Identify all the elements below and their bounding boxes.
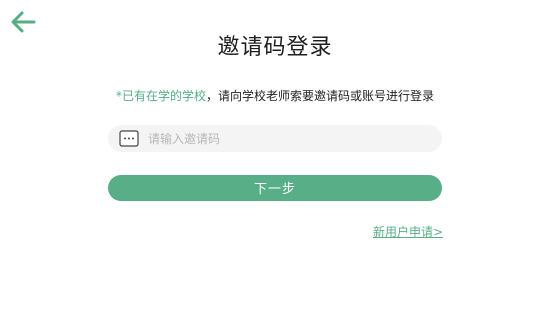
next-step-button[interactable]: 下一步	[108, 175, 442, 201]
invite-code-field[interactable]	[108, 125, 442, 152]
hint-highlight: *已有在学的学校	[115, 89, 206, 103]
hint-text: ，请向学校老师索要邀请码或账号进行登录	[206, 89, 435, 103]
new-user-apply-link[interactable]: 新用户申请>	[373, 223, 443, 240]
page-title: 邀请码登录	[217, 35, 333, 60]
invite-code-input[interactable]	[146, 126, 442, 151]
login-page: 邀请码登录 *已有在学的学校，请向学校老师索要邀请码或账号进行登录 下一步 新用…	[0, 0, 550, 309]
keyboard-icon	[119, 130, 139, 147]
login-hint: *已有在学的学校，请向学校老师索要邀请码或账号进行登录	[0, 87, 550, 104]
